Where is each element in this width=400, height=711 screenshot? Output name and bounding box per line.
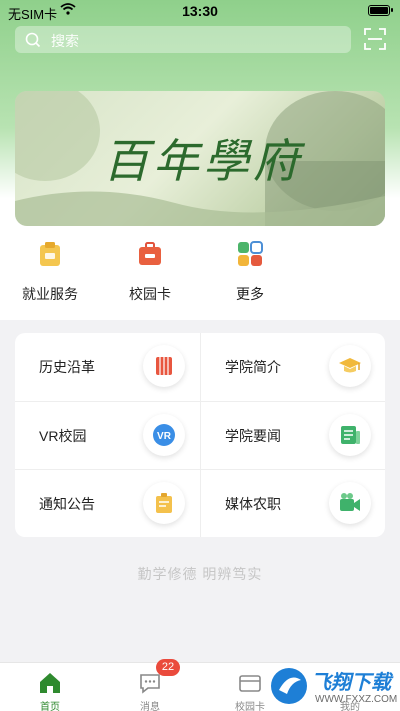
menu-item-vr[interactable]: VR校园 VR bbox=[15, 402, 199, 469]
graduation-cap-icon bbox=[339, 358, 361, 373]
quick-actions: 就业服务 校园卡 更多 bbox=[0, 238, 400, 318]
svg-text:VR: VR bbox=[157, 431, 172, 442]
menu-item-label: VR校园 bbox=[39, 428, 87, 444]
watermark: 飞翔下载 WWW.FXXZ.COM bbox=[265, 662, 400, 711]
notice-icon bbox=[156, 493, 172, 513]
search-bar[interactable]: 搜索 bbox=[15, 26, 351, 53]
tab-label: 首页 bbox=[40, 702, 60, 711]
grid-icon bbox=[238, 241, 263, 266]
briefcase-icon bbox=[40, 242, 60, 266]
menu-item-label: 历史沿革 bbox=[39, 359, 95, 375]
news-icon bbox=[341, 426, 360, 444]
menu-item-history[interactable]: 历史沿革 bbox=[15, 333, 199, 400]
menu-item-intro[interactable]: 学院简介 bbox=[201, 333, 385, 400]
menu-item-label: 学院要闻 bbox=[225, 428, 281, 444]
message-badge: 22 bbox=[156, 659, 180, 676]
menu-item-notice[interactable]: 通知公告 bbox=[15, 470, 199, 537]
camera-icon bbox=[340, 493, 360, 511]
banner-title: 百年學府 bbox=[103, 134, 303, 188]
watermark-url: WWW.FXXZ.COM bbox=[315, 694, 398, 705]
quick-item-label: 更多 bbox=[236, 286, 264, 302]
menu-item-label: 学院简介 bbox=[225, 359, 281, 375]
menu-item-label: 通知公告 bbox=[39, 496, 95, 512]
card-icon bbox=[139, 242, 161, 265]
battery-icon bbox=[368, 5, 393, 16]
clock: 13:30 bbox=[182, 3, 218, 19]
menu-item-news[interactable]: 学院要闻 bbox=[201, 402, 385, 469]
scroll-icon bbox=[156, 357, 172, 375]
motto: 勤学修德 明辨笃实 bbox=[137, 566, 263, 582]
message-icon bbox=[140, 674, 160, 694]
scan-icon[interactable] bbox=[364, 28, 386, 55]
watermark-brand: 飞翔下载 bbox=[311, 672, 391, 694]
vr-icon: VR bbox=[153, 424, 175, 446]
search-icon bbox=[25, 32, 41, 48]
tab-messages[interactable]: 22 消息 bbox=[100, 659, 200, 711]
banner[interactable]: 百年學府 bbox=[15, 91, 385, 226]
tab-home[interactable]: 首页 bbox=[0, 663, 100, 711]
quick-item-label: 就业服务 bbox=[22, 286, 78, 302]
menu-item-label: 媒体农职 bbox=[225, 496, 281, 512]
search-placeholder: 搜索 bbox=[51, 33, 79, 49]
quick-item-label: 校园卡 bbox=[129, 286, 171, 302]
menu-grid: 历史沿革 学院简介 VR校园 VR 学院要闻 通知公告 媒体农职 bbox=[15, 333, 385, 537]
card-tab-icon bbox=[239, 675, 261, 692]
watermark-logo-icon bbox=[271, 668, 307, 704]
menu-item-media[interactable]: 媒体农职 bbox=[201, 470, 385, 537]
status-bar: 无SIM卡 13:30 bbox=[0, 0, 400, 22]
tab-label: 消息 bbox=[140, 702, 160, 711]
home-icon bbox=[40, 673, 60, 693]
